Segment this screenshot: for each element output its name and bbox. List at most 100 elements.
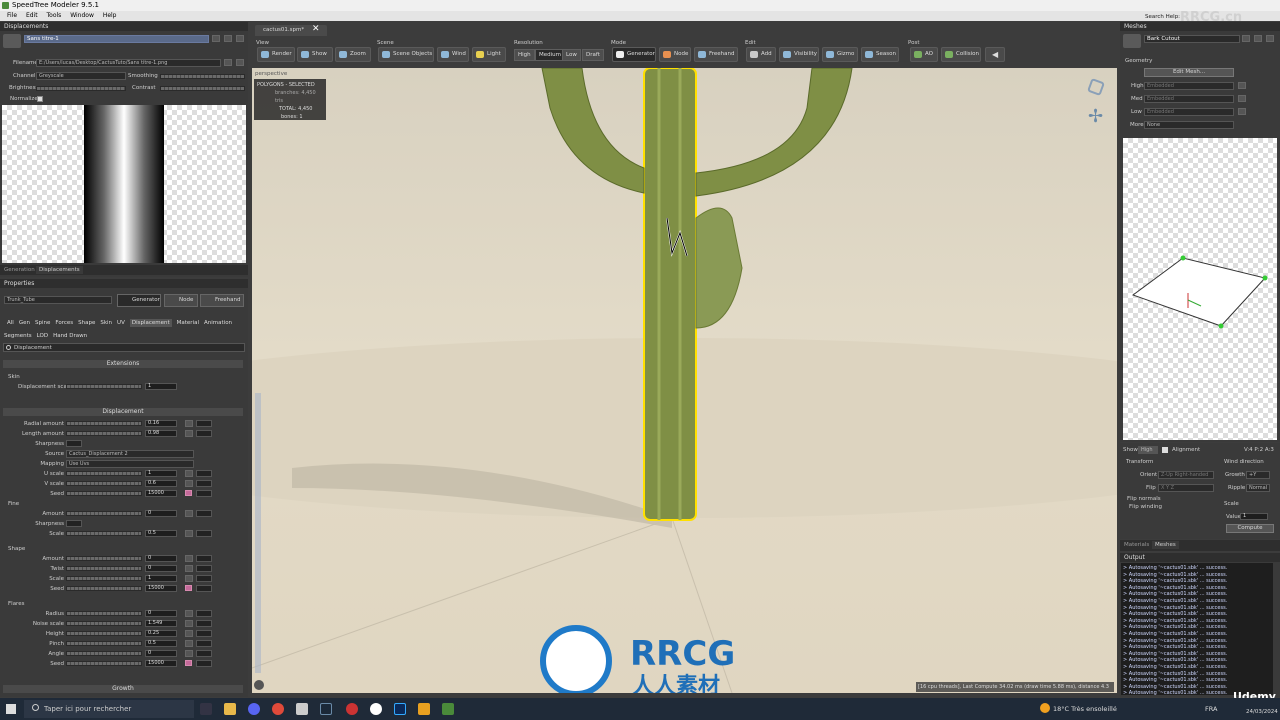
prop-reset-button[interactable] xyxy=(185,640,193,647)
prop-curve[interactable] xyxy=(196,585,212,592)
prop-reset-button[interactable] xyxy=(185,610,193,617)
search-input[interactable]: Displacement xyxy=(14,345,52,351)
properties-search[interactable]: Displacement xyxy=(3,343,245,352)
prop-reset-button[interactable] xyxy=(185,480,193,487)
preset-select[interactable]: Sans titre-1 xyxy=(24,35,209,43)
prop-curve[interactable] xyxy=(196,575,212,582)
prop-curve[interactable] xyxy=(196,640,212,647)
back-arrow-button[interactable]: ◀ xyxy=(985,47,1005,62)
prop-curve[interactable] xyxy=(196,430,212,437)
prop-reset-button[interactable] xyxy=(185,555,193,562)
brightness-slider[interactable] xyxy=(36,86,126,91)
sharpness-curve[interactable] xyxy=(66,520,82,527)
photoshop-icon[interactable] xyxy=(394,703,406,715)
tab-gen[interactable]: Gen xyxy=(19,320,30,326)
prop-slider[interactable] xyxy=(66,421,142,426)
filename-field[interactable]: E:/Users/lucas/Desktop/CactusTuto/Sans t… xyxy=(36,59,221,67)
edit-mesh-button[interactable]: Edit Mesh... xyxy=(1144,68,1234,77)
weather-text[interactable]: 18°C Très ensoleillé xyxy=(1053,705,1117,713)
tab-materials[interactable]: Materials xyxy=(1124,542,1149,548)
tab-material[interactable]: Material xyxy=(177,320,199,326)
browse-button[interactable] xyxy=(224,59,232,66)
menu-help[interactable]: Help xyxy=(103,12,117,19)
mode-freehand-toolbar-button[interactable]: Freehand xyxy=(694,47,738,62)
mode-generator-toolbar-button[interactable]: Generator xyxy=(612,47,656,62)
prop-reset-button[interactable] xyxy=(185,620,193,627)
prop-value[interactable]: 0.6 xyxy=(145,480,177,487)
menu-window[interactable]: Window xyxy=(70,12,94,19)
ao-button[interactable]: AO xyxy=(910,47,938,62)
prop-slider[interactable] xyxy=(66,586,142,591)
mode-freehand-button[interactable]: Freehand xyxy=(200,294,244,307)
prop-reset-button[interactable] xyxy=(185,565,193,572)
app-icon-1[interactable] xyxy=(296,703,308,715)
extensions-header[interactable]: Extensions xyxy=(3,360,243,368)
tab-skin[interactable]: Skin xyxy=(100,320,112,326)
prop-value[interactable]: 0 xyxy=(145,510,177,517)
collision-button[interactable]: Collision xyxy=(941,47,981,62)
show-button[interactable]: Show xyxy=(297,47,333,62)
mesh-delete-button[interactable] xyxy=(1266,35,1274,42)
tab-shape[interactable]: Shape xyxy=(78,320,95,326)
prop-reset-button[interactable] xyxy=(185,510,193,517)
contrast-slider[interactable] xyxy=(160,86,245,91)
tab-displacement[interactable]: Displacement xyxy=(129,319,172,327)
prop-value[interactable]: 0.5 xyxy=(145,640,177,647)
prop-value[interactable]: 15000 xyxy=(145,585,177,592)
displacement-scale-slider[interactable] xyxy=(66,384,142,389)
output-log[interactable]: > Autosaving '~cactus01.sbk' ... success… xyxy=(1121,563,1273,695)
res-draft-button[interactable]: Draft xyxy=(582,49,604,61)
tab-spine[interactable]: Spine xyxy=(35,320,50,326)
prop-reset-button[interactable] xyxy=(185,630,193,637)
prop-curve[interactable] xyxy=(196,660,212,667)
gizmo-button[interactable]: Gizmo xyxy=(822,47,858,62)
mode-node-button[interactable]: Node xyxy=(164,294,198,307)
growth-header[interactable]: Growth xyxy=(3,685,243,693)
cactus-left-arm[interactable] xyxy=(541,68,645,194)
app-icon-3[interactable] xyxy=(418,703,430,715)
prop-curve[interactable] xyxy=(196,555,212,562)
visibility-button[interactable]: Visibility xyxy=(779,47,819,62)
reload-button[interactable] xyxy=(236,59,244,66)
randomize-seed-button[interactable] xyxy=(185,490,192,496)
prop-value[interactable]: 15000 xyxy=(145,490,177,497)
prop-slider[interactable] xyxy=(66,641,142,646)
ripple-select[interactable]: Normal xyxy=(1246,484,1270,492)
viewport-options-icon[interactable] xyxy=(254,680,264,690)
channel-select[interactable]: Greyscale xyxy=(36,72,126,80)
alignment-checkbox[interactable] xyxy=(1162,447,1168,453)
value-field[interactable]: 1 xyxy=(1240,513,1268,520)
speedtree-taskbar-icon[interactable] xyxy=(442,703,454,715)
wind-fan-icon[interactable]: ✢ xyxy=(1088,108,1103,126)
prop-value[interactable]: 1 xyxy=(145,470,177,477)
prop-curve[interactable] xyxy=(196,565,212,572)
prop-value[interactable]: 0.25 xyxy=(145,630,177,637)
lod-low-field[interactable]: Embedded xyxy=(1144,108,1234,116)
weather-icon[interactable] xyxy=(1040,703,1050,713)
object-name-field[interactable]: Trunk_Tube xyxy=(4,296,112,304)
displacement-header[interactable]: Displacement xyxy=(3,408,243,416)
prop-reset-button[interactable] xyxy=(185,430,193,437)
prop-value[interactable]: 15000 xyxy=(145,660,177,667)
mesh-new-button[interactable] xyxy=(1254,35,1262,42)
prop-value[interactable]: 1 xyxy=(145,575,177,582)
prop-curve[interactable] xyxy=(196,470,212,477)
res-low-button[interactable]: Low xyxy=(562,49,581,61)
taskbar-search[interactable]: Taper ici pour rechercher xyxy=(24,700,194,718)
prop-slider[interactable] xyxy=(66,566,142,571)
close-tab-icon[interactable]: ✕ xyxy=(312,24,320,34)
sharpness-curve[interactable] xyxy=(66,440,82,447)
lod-med-field[interactable]: Embedded xyxy=(1144,95,1234,103)
prop-slider[interactable] xyxy=(66,576,142,581)
tab-displacements[interactable]: Displacements xyxy=(36,266,83,274)
menu-edit[interactable]: Edit xyxy=(26,12,38,19)
viewport-3d[interactable]: perspective POLYGONS - SELECTED branches… xyxy=(252,68,1117,693)
prop-slider[interactable] xyxy=(66,631,142,636)
prop-curve[interactable] xyxy=(196,480,212,487)
mode-node-toolbar-button[interactable]: Node xyxy=(659,47,691,62)
flip-select[interactable]: X Y Z xyxy=(1158,484,1214,492)
prop-slider[interactable] xyxy=(66,556,142,561)
app-icon-2[interactable] xyxy=(346,703,358,715)
randomize-seed-button[interactable] xyxy=(185,585,192,591)
randomize-seed-button[interactable] xyxy=(185,660,192,666)
